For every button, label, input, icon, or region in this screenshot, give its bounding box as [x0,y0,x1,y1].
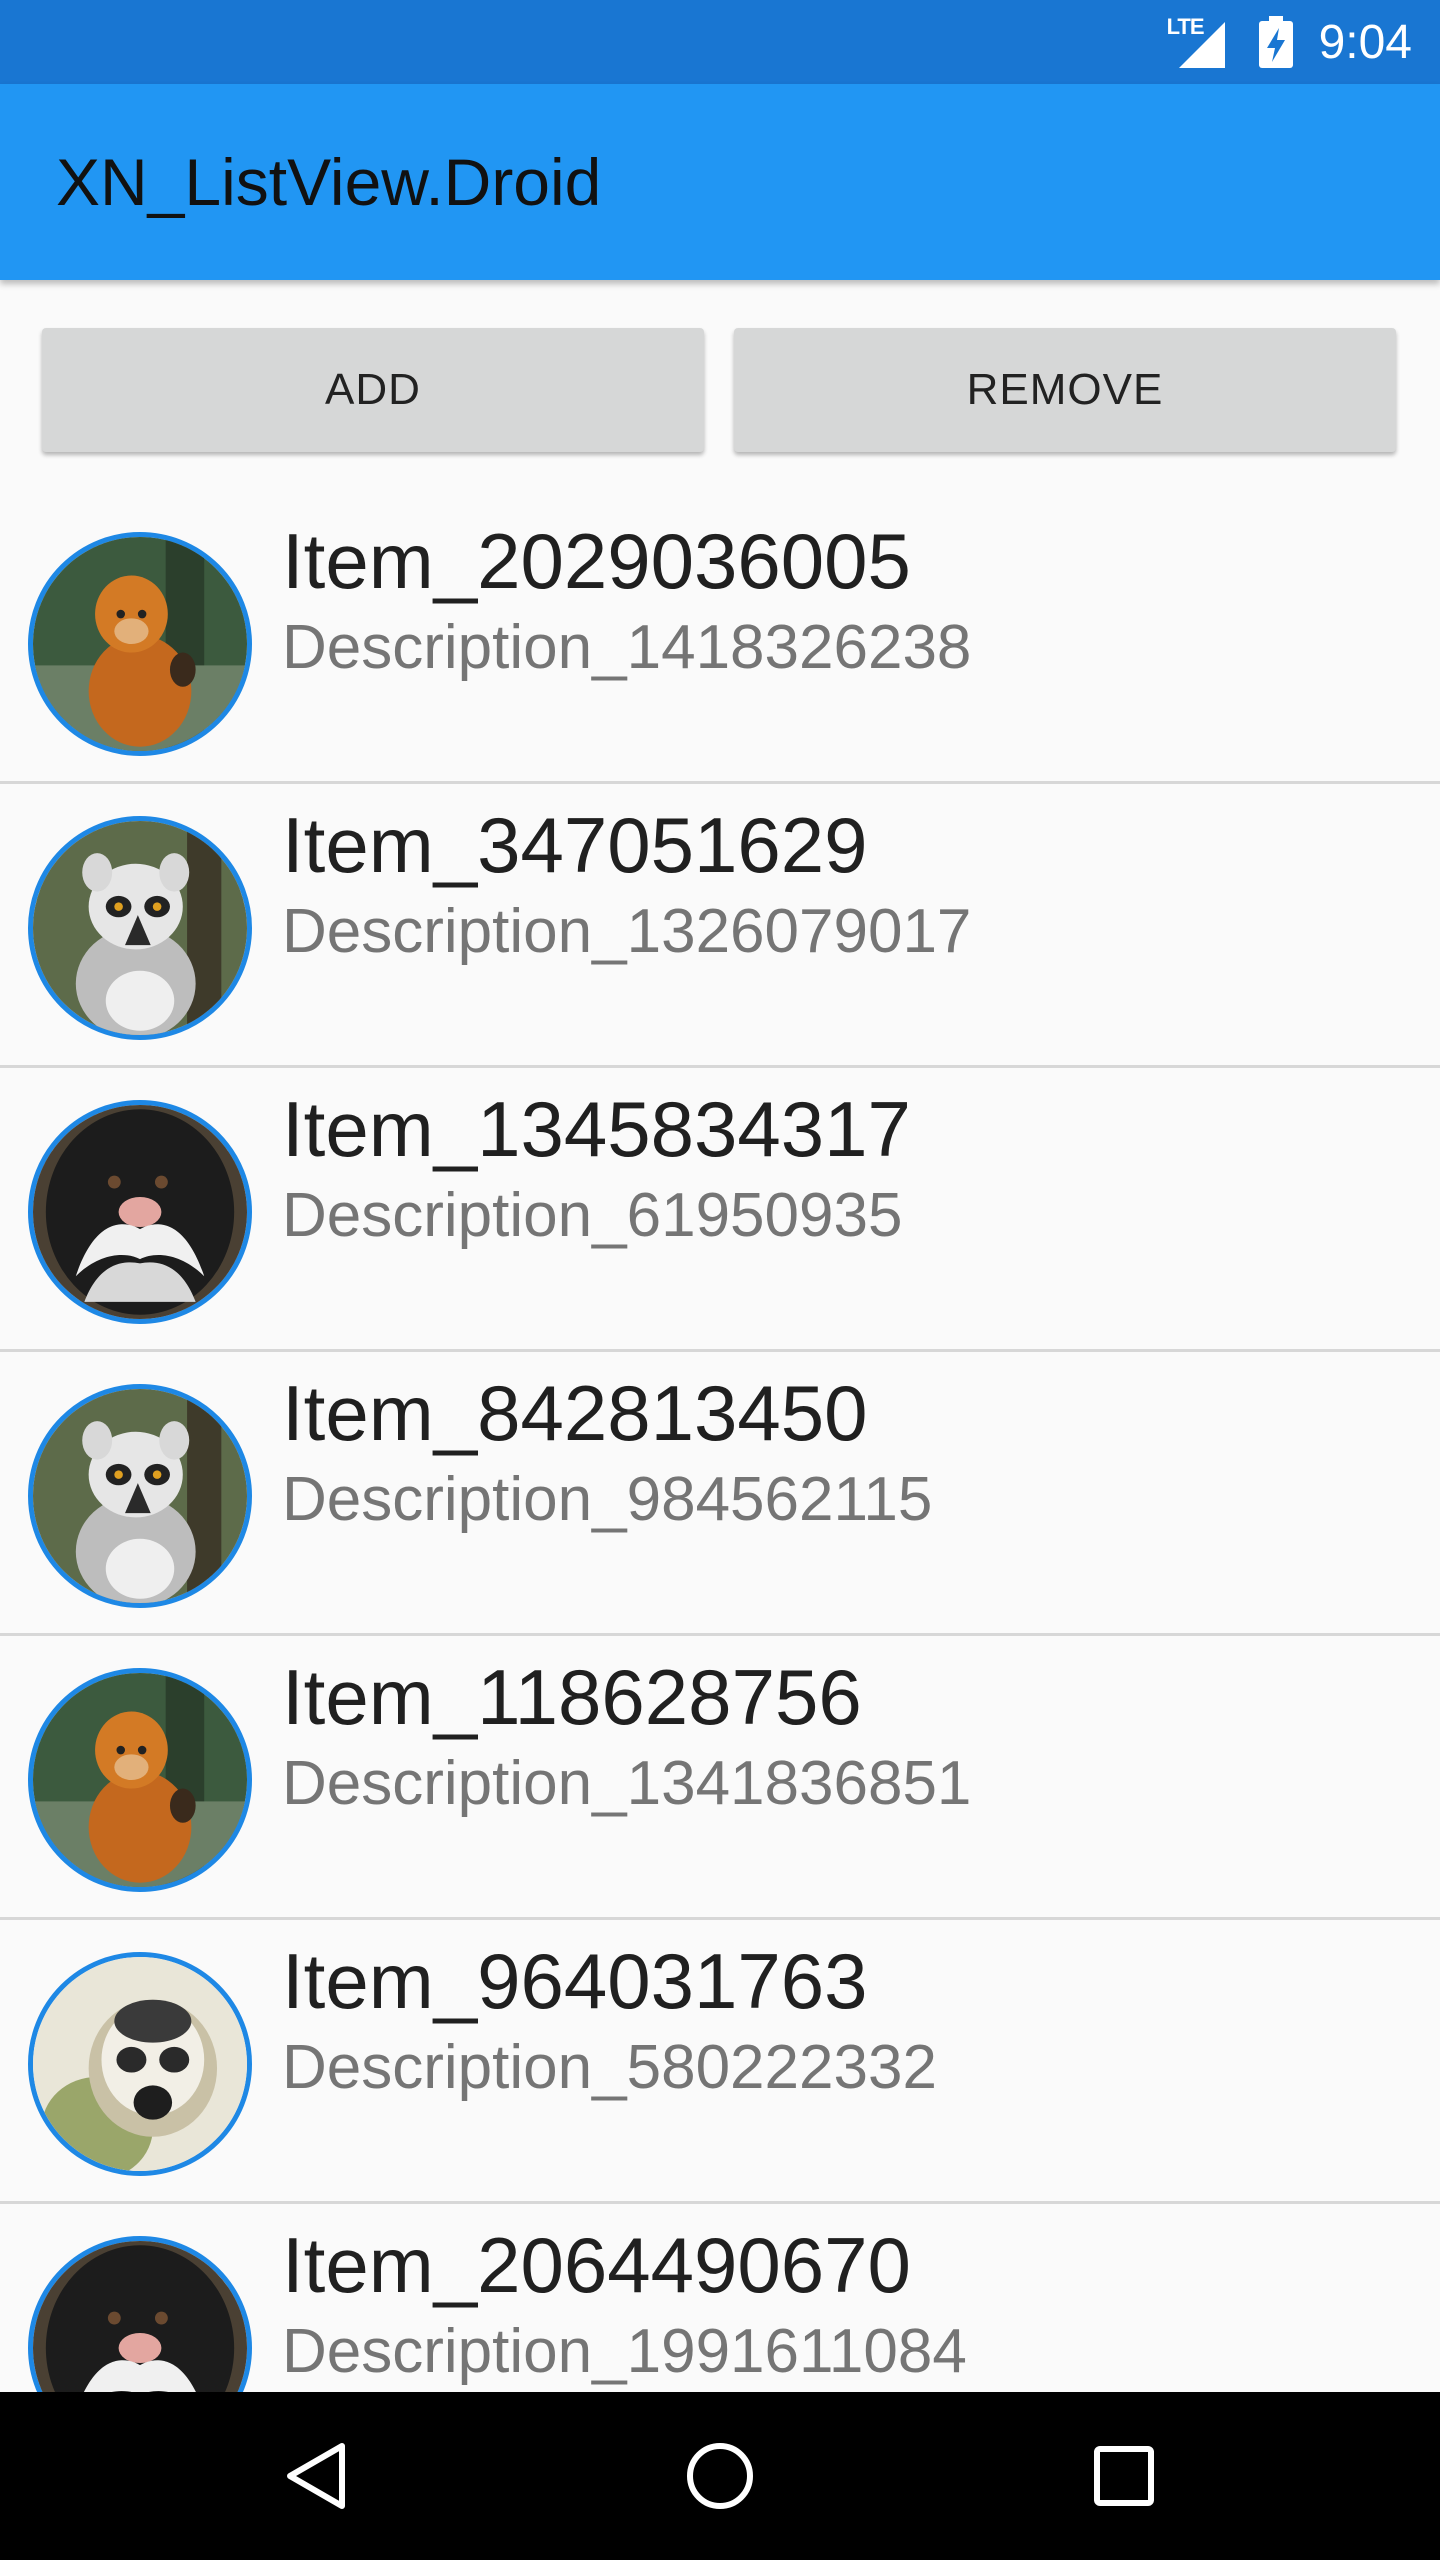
item-description: Description_580222332 [282,2033,937,2102]
navigation-bar [0,2392,1440,2560]
lte-signal-icon: LTE [1167,14,1229,70]
item-description: Description_1341836851 [282,1749,972,1818]
orange-monkey-avatar [28,1668,252,1892]
list-item[interactable]: Item_964031763 Description_580222332 [0,1920,1440,2204]
item-description: Description_61950935 [282,1181,903,1250]
back-triangle-icon [287,2443,345,2509]
item-title: Item_964031763 [282,1937,868,2025]
remove-button[interactable]: REMOVE [734,328,1396,452]
home-button[interactable] [636,2392,804,2560]
item-title: Item_1345834317 [282,1085,911,1173]
add-button[interactable]: ADD [42,328,704,452]
list-item[interactable]: Item_118628756 Description_1341836851 [0,1636,1440,1920]
list-item[interactable]: Item_842813450 Description_984562115 [0,1352,1440,1636]
list-item[interactable]: Item_2029036005 Description_1418326238 [0,500,1440,784]
orange-monkey-avatar [28,532,252,756]
item-title: Item_2064490670 [282,2221,911,2309]
item-title: Item_2029036005 [282,517,911,605]
list-item[interactable]: Item_347051629 Description_1326079017 [0,784,1440,1068]
network-type-label: LTE [1166,14,1205,39]
lemur-avatar [28,1384,252,1608]
recents-square-icon [1094,2446,1154,2506]
app-toolbar: XN_ListView.Droid [0,84,1440,280]
item-title: Item_347051629 [282,801,868,889]
app-screen: LTE 9:04 XN_ListView.Droid ADD REMOVE It… [0,0,1440,2560]
squirrel-monkey-avatar [28,1952,252,2176]
status-icons: LTE 9:04 [1167,0,1412,84]
toolbar-title: XN_ListView.Droid [56,145,602,219]
lemur-avatar [28,816,252,1040]
item-title: Item_842813450 [282,1369,868,1457]
battery-charging-icon [1258,16,1293,68]
list-item[interactable]: Item_1345834317 Description_61950935 [0,1068,1440,1352]
item-list[interactable]: Item_2029036005 Description_1418326238 I… [0,500,1440,2488]
item-title: Item_118628756 [282,1653,862,1741]
status-bar: LTE 9:04 [0,0,1440,84]
item-description: Description_1418326238 [282,613,972,682]
back-button[interactable] [232,2392,400,2560]
item-description: Description_1991611084 [282,2317,967,2386]
emperor-tamarin-avatar [28,1100,252,1324]
recents-button[interactable] [1040,2392,1208,2560]
home-circle-icon [687,2443,753,2509]
item-description: Description_1326079017 [282,897,972,966]
status-time: 9:04 [1318,15,1412,69]
item-description: Description_984562115 [282,1465,933,1534]
